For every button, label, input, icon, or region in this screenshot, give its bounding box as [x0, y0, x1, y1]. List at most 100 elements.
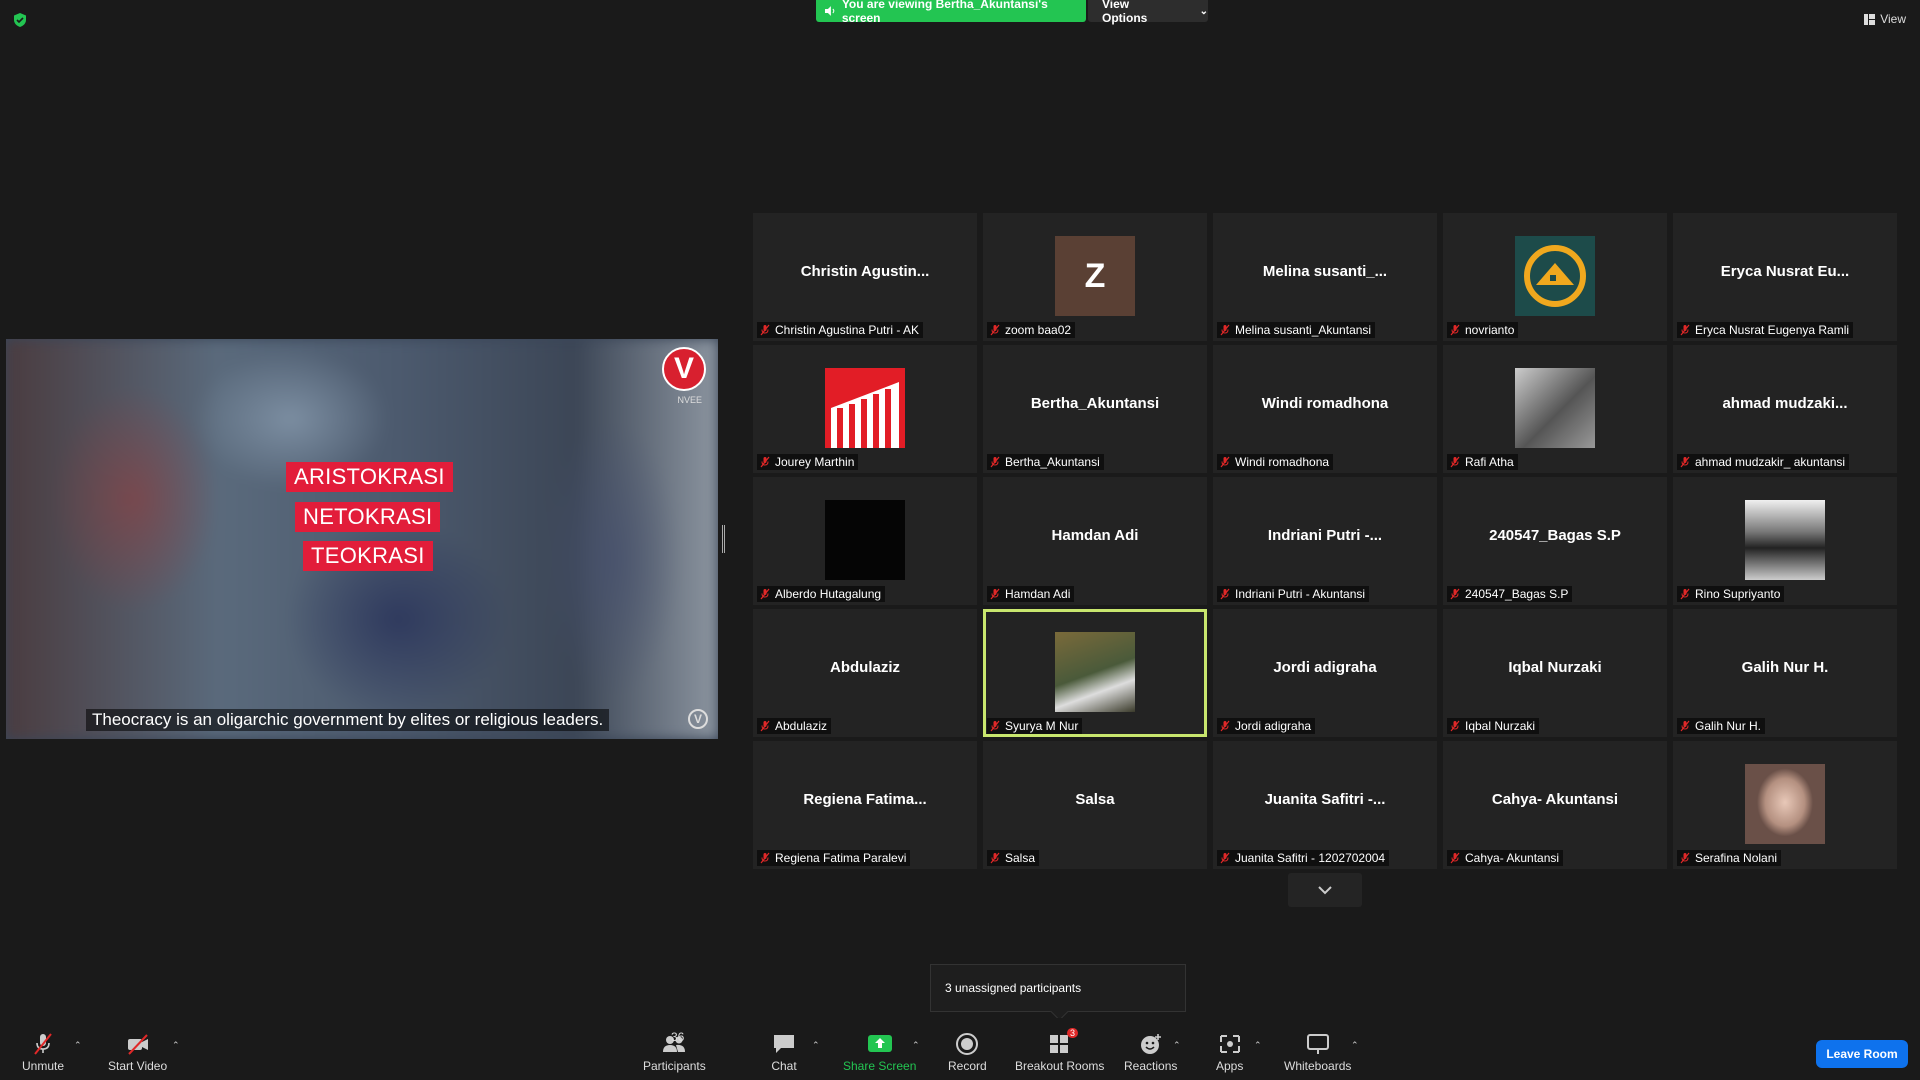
participant-tile[interactable]: Jordi adigraha Jordi adigraha	[1213, 609, 1437, 737]
mic-off-icon	[1220, 720, 1230, 732]
audio-options-caret-icon[interactable]: ⌃	[74, 1040, 82, 1051]
participant-display-name: Abdulaziz	[830, 659, 900, 676]
participant-name-label: Juanita Safitri - 1202702004	[1217, 850, 1390, 866]
participant-tile[interactable]: Syurya M Nur	[983, 609, 1207, 737]
record-button[interactable]: Record	[948, 1032, 987, 1073]
mic-off-icon	[1680, 456, 1690, 468]
participant-label-text: Regiena Fatima Paralevi	[775, 851, 907, 865]
gallery-next-page-button[interactable]	[1288, 873, 1362, 907]
video-options-caret-icon[interactable]: ⌃	[172, 1040, 180, 1051]
participant-display-name: Iqbal Nurzaki	[1508, 659, 1602, 676]
participant-name-label: Salsa	[987, 850, 1040, 866]
reactions-button[interactable]: Reactions	[1124, 1032, 1177, 1073]
whiteboards-button[interactable]: Whiteboards	[1284, 1032, 1351, 1073]
share-screen-button[interactable]: Share Screen	[843, 1032, 916, 1073]
participant-display-name: Hamdan Adi	[1051, 527, 1139, 544]
shared-video-background	[6, 339, 718, 739]
participant-tile[interactable]: Regiena Fatima... Regiena Fatima Paralevi	[753, 741, 977, 869]
tooltip-text: 3 unassigned participants	[945, 981, 1082, 995]
participant-tile[interactable]: Zzoom baa02	[983, 213, 1207, 341]
participant-tile[interactable]: Indriani Putri -... Indriani Putri - Akun…	[1213, 477, 1437, 605]
chat-label: Chat	[771, 1059, 797, 1073]
participant-tile[interactable]: Windi romadhona Windi romadhona	[1213, 345, 1437, 473]
view-button[interactable]: View	[1864, 12, 1906, 26]
participant-tile[interactable]: Bertha_Akuntansi Bertha_Akuntansi	[983, 345, 1207, 473]
mic-off-icon	[1450, 720, 1460, 732]
view-label: View	[1880, 12, 1906, 26]
avatar-photo	[1745, 500, 1825, 580]
participant-tile[interactable]: Rino Supriyanto	[1673, 477, 1897, 605]
participant-name-label: Alberdo Hutagalung	[757, 586, 886, 602]
mic-off-icon	[760, 456, 770, 468]
leave-room-button[interactable]: Leave Room	[1816, 1040, 1908, 1068]
avatar	[1515, 236, 1595, 316]
participant-name-label: Melina susanti_Akuntansi	[1217, 322, 1376, 338]
participant-tile[interactable]: Serafina Nolani	[1673, 741, 1897, 869]
participant-tile[interactable]: novrianto	[1443, 213, 1667, 341]
splitter-handle[interactable]	[722, 525, 725, 553]
reactions-options-caret-icon[interactable]: ⌃	[1173, 1040, 1181, 1051]
participant-display-name: Salsa	[1075, 791, 1115, 808]
share-screen-icon	[867, 1035, 892, 1052]
mic-off-icon	[760, 588, 770, 600]
participants-button[interactable]: 36 Participants	[643, 1030, 706, 1073]
participant-display-name: Christin Agustin...	[800, 263, 930, 280]
speaker-icon	[824, 6, 835, 16]
participant-name-label: Jourey Marthin	[757, 454, 859, 470]
participant-label-text: Hamdan Adi	[1005, 587, 1071, 601]
participant-tile[interactable]: Salsa Salsa	[983, 741, 1207, 869]
chat-options-caret-icon[interactable]: ⌃	[812, 1040, 820, 1051]
participant-label-text: Cahya- Akuntansi	[1465, 851, 1560, 865]
mic-off-icon	[1450, 324, 1460, 336]
video-subtitle: Theocracy is an oligarchic government by…	[86, 709, 610, 731]
participant-tile[interactable]: Jourey Marthin	[753, 345, 977, 473]
participant-tile[interactable]: Eryca Nusrat Eu... Eryca Nusrat Eugenya R…	[1673, 213, 1897, 341]
mic-off-icon	[760, 720, 770, 732]
participant-name-label: Indriani Putri - Akuntansi	[1217, 586, 1370, 602]
participant-tile[interactable]: Christin Agustin... Christin Agustina Put…	[753, 213, 977, 341]
apps-button[interactable]: Apps	[1216, 1032, 1243, 1073]
mic-off-icon	[1220, 324, 1230, 336]
participant-name-label: Regiena Fatima Paralevi	[757, 850, 911, 866]
participant-gallery: Christin Agustin... Christin Agustina Put…	[753, 213, 1899, 869]
security-shield-icon[interactable]	[12, 12, 28, 28]
chevron-down-icon: ⌄	[1199, 5, 1208, 17]
participant-tile[interactable]: Abdulaziz Abdulaziz	[753, 609, 977, 737]
participant-display-name: Galih Nur H.	[1741, 659, 1829, 676]
participant-display-name: Indriani Putri -...	[1267, 527, 1383, 544]
participant-tile[interactable]: Rafi Atha	[1443, 345, 1667, 473]
participant-label-text: Galih Nur H.	[1695, 719, 1762, 733]
channel-watermark-icon: V	[688, 709, 708, 729]
participant-label-text: Rafi Atha	[1465, 455, 1514, 469]
mic-off-icon	[1680, 324, 1690, 336]
apps-options-caret-icon[interactable]: ⌃	[1254, 1040, 1262, 1051]
viewing-screen-banner: You are viewing Bertha_Akuntansi's scree…	[816, 0, 1086, 25]
participant-tile[interactable]: Juanita Safitri -... Juanita Safitri - 12…	[1213, 741, 1437, 869]
avatar-photo	[1055, 632, 1135, 712]
participant-tile[interactable]: 240547_Bagas S.P 240547_Bagas S.P	[1443, 477, 1667, 605]
participant-name-label: Rino Supriyanto	[1677, 586, 1785, 602]
participant-tile[interactable]: Alberdo Hutagalung	[753, 477, 977, 605]
apps-icon	[1219, 1035, 1240, 1053]
unmute-button[interactable]: Unmute	[22, 1032, 64, 1073]
participant-tile[interactable]: Hamdan Adi Hamdan Adi	[983, 477, 1207, 605]
whiteboards-options-caret-icon[interactable]: ⌃	[1351, 1040, 1359, 1051]
participant-name-label: Hamdan Adi	[987, 586, 1075, 602]
participant-tile[interactable]: ahmad mudzaki... ahmad mudzakir_ akuntans…	[1673, 345, 1897, 473]
participant-display-name: Bertha_Akuntansi	[1030, 395, 1160, 412]
breakout-rooms-label: Breakout Rooms	[1015, 1059, 1105, 1073]
participant-tile[interactable]: Melina susanti_... Melina susanti_Akuntan…	[1213, 213, 1437, 341]
participant-label-text: Jordi adigraha	[1235, 719, 1312, 733]
participant-tile[interactable]: Galih Nur H. Galih Nur H.	[1673, 609, 1897, 737]
shared-screen[interactable]: V NVEE ARISTOKRASI NETOKRASI TEOKRASI Th…	[6, 339, 718, 739]
participant-tile[interactable]: Cahya- Akuntansi Cahya- Akuntansi	[1443, 741, 1667, 869]
breakout-rooms-button[interactable]: 3 Breakout Rooms	[1015, 1028, 1105, 1073]
participant-display-name: ahmad mudzaki...	[1722, 395, 1848, 412]
chat-button[interactable]: Chat	[771, 1032, 797, 1073]
participant-label-text: Syurya M Nur	[1005, 719, 1079, 733]
view-options-button[interactable]: View Options ⌄	[1088, 0, 1208, 25]
start-video-button[interactable]: Start Video	[108, 1032, 167, 1073]
share-options-caret-icon[interactable]: ⌃	[912, 1040, 920, 1051]
participant-tile[interactable]: Iqbal Nurzaki Iqbal Nurzaki	[1443, 609, 1667, 737]
unassigned-participants-tooltip[interactable]: 3 unassigned participants	[930, 964, 1186, 1012]
